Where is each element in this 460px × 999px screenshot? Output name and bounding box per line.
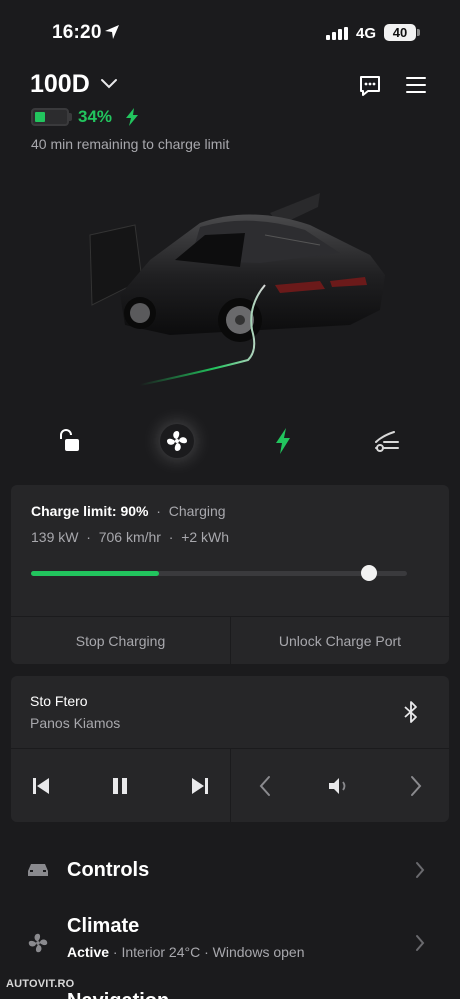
chevron-left-icon: [259, 776, 270, 796]
charge-speed: 706 km/hr: [98, 529, 161, 545]
battery-percent: 34%: [78, 107, 113, 126]
climate-state: Active: [67, 944, 110, 960]
controls-row[interactable]: Controls: [0, 845, 460, 895]
previous-track-button[interactable]: [27, 772, 55, 800]
climate-title: Climate: [67, 915, 140, 937]
separator: ·: [156, 503, 161, 519]
status-time: 16:20: [52, 22, 102, 43]
climate-button[interactable]: [160, 424, 194, 458]
fan-icon: [167, 431, 187, 451]
pause-icon: [113, 778, 127, 794]
menu-icon[interactable]: [404, 74, 428, 96]
charge-remaining: 40 min remaining to charge limit: [31, 136, 230, 152]
vehicle-battery-icon: [31, 108, 69, 126]
chevron-right-icon: [411, 776, 422, 796]
unlock-charge-port-button[interactable]: Unlock Charge Port: [231, 617, 449, 664]
charging-status: Charging: [168, 503, 226, 519]
climate-row[interactable]: Climate: [0, 910, 460, 970]
energy-added: +2 kWh: [181, 529, 230, 545]
frunk-button[interactable]: [370, 424, 404, 458]
controls-title: Controls: [67, 859, 150, 881]
climate-status: Active · Interior 24°C · Windows open: [67, 944, 304, 960]
charge-power: 139 kW: [31, 529, 79, 545]
fan-icon: [28, 933, 48, 953]
charging-bolt-icon: [126, 108, 138, 126]
divider: [230, 749, 231, 822]
network-type: 4G: [356, 25, 377, 42]
song-title: Sto Ftero: [30, 693, 88, 709]
status-battery: 40: [384, 24, 416, 41]
chevron-right-icon: [416, 862, 425, 878]
cellular-signal-icon: [326, 27, 348, 40]
volume-button[interactable]: [325, 772, 353, 800]
lock-button[interactable]: [53, 424, 87, 458]
chevron-down-icon[interactable]: [100, 78, 118, 90]
watermark: AUTOVIT.RO: [6, 978, 75, 990]
frunk-icon: [375, 431, 399, 452]
next-source-button[interactable]: [402, 772, 430, 800]
bluetooth-icon[interactable]: [402, 700, 420, 724]
previous-source-button[interactable]: [251, 772, 279, 800]
artist-name: Panos Kiamos: [30, 715, 121, 731]
location-arrow-icon: [105, 25, 119, 39]
unlock-icon: [60, 429, 79, 451]
pause-button[interactable]: [106, 772, 134, 800]
chevron-right-icon: [416, 935, 425, 951]
vehicle-image: [89, 193, 385, 386]
vehicle-battery-nub: [69, 113, 72, 121]
charge-stats: 139 kW · 706 km/hr · +2 kWh: [31, 529, 229, 545]
navigation-row-partial[interactable]: Navigation: [67, 990, 169, 999]
status-battery-cap: [417, 29, 420, 36]
bolt-icon: [276, 428, 290, 454]
car-icon: [28, 864, 48, 876]
separator: ·: [86, 529, 91, 545]
skip-forward-icon: [192, 778, 208, 794]
next-track-button[interactable]: [186, 772, 214, 800]
charge-summary: Charge limit: 90% · Charging: [31, 503, 226, 519]
volume-icon: [329, 778, 346, 794]
messages-icon[interactable]: [356, 72, 384, 100]
charge-level-fill: [31, 571, 159, 576]
charge-button[interactable]: [266, 424, 300, 458]
climate-detail: · Interior 24°C · Windows open: [109, 944, 305, 960]
separator: ·: [168, 529, 174, 545]
charge-limit-label: Charge limit: 90%: [31, 503, 149, 519]
stop-charging-button[interactable]: Stop Charging: [11, 617, 230, 664]
vehicle-name[interactable]: 100D: [30, 70, 90, 99]
skip-back-icon: [33, 778, 49, 794]
